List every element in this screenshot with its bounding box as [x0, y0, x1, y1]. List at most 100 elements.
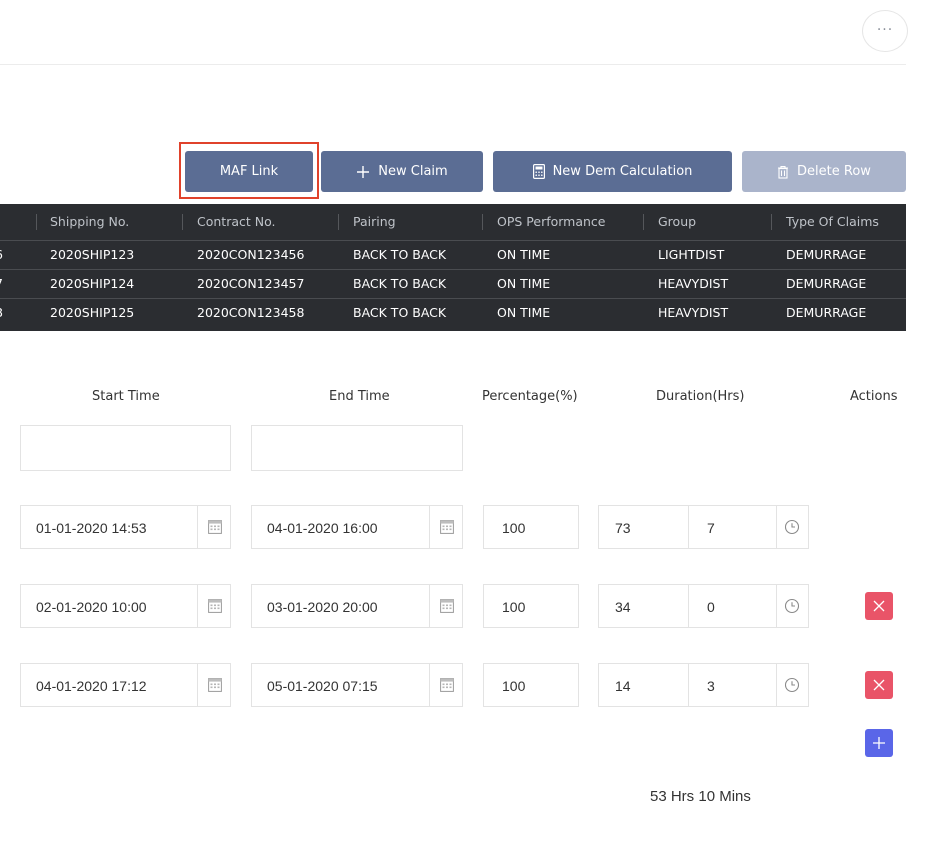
plus-icon — [873, 737, 885, 749]
cut-cell: 7 — [0, 270, 3, 298]
end-time-filter-input[interactable] — [251, 425, 463, 471]
column-separator — [338, 214, 339, 230]
start-time-filter-input[interactable] — [20, 425, 231, 471]
calendar-icon[interactable] — [440, 677, 454, 692]
clock-icon[interactable] — [784, 677, 800, 693]
clock-icon[interactable] — [784, 519, 800, 535]
column-header-ops-performance[interactable]: OPS Performance — [497, 208, 606, 236]
column-separator — [482, 214, 483, 230]
total-duration: 53 Hrs 10 Mins — [650, 788, 751, 805]
column-separator — [771, 214, 772, 230]
end-time-value: 05-01-2020 07:15 — [267, 678, 378, 694]
percentage-value: 100 — [502, 599, 526, 615]
new-claim-label: New Claim — [378, 164, 448, 179]
column-separator — [182, 214, 183, 230]
delete-row-label: Delete Row — [797, 164, 871, 179]
cell-pairing: BACK TO BACK — [353, 247, 447, 262]
new-claim-button[interactable]: New Claim — [321, 151, 483, 192]
cut-cell: 6 — [0, 241, 3, 269]
header-divider — [0, 64, 906, 65]
close-icon — [873, 679, 885, 691]
duration-field[interactable]: 73 7 — [598, 505, 809, 549]
duration-minutes-value: 7 — [707, 520, 715, 536]
calendar-icon[interactable] — [208, 598, 222, 613]
column-header-shipping-no[interactable]: Shipping No. — [50, 208, 129, 236]
add-row-button[interactable] — [865, 729, 893, 757]
start-time-value: 04-01-2020 17:12 — [36, 678, 147, 694]
end-time-value: 04-01-2020 16:00 — [267, 520, 378, 536]
table-row[interactable]: 6 2020SHIP123 2020CON123456 BACK TO BACK… — [0, 240, 906, 269]
table-row[interactable]: 8 2020SHIP125 2020CON123458 BACK TO BACK… — [0, 298, 906, 327]
duration-field[interactable]: 34 0 — [598, 584, 809, 628]
cell-type-of-claims: DEMURRAGE — [786, 305, 867, 320]
start-time-field[interactable]: 02-01-2020 10:00 — [20, 584, 231, 628]
percentage-value: 100 — [502, 520, 526, 536]
column-header-pairing[interactable]: Pairing — [353, 208, 396, 236]
cell-contract-no: 2020CON123458 — [197, 305, 305, 320]
duration-hours-value: 73 — [615, 520, 631, 536]
end-time-field[interactable]: 03-01-2020 20:00 — [251, 584, 463, 628]
clock-icon[interactable] — [784, 598, 800, 614]
cell-type-of-claims: DEMURRAGE — [786, 276, 867, 291]
close-icon — [873, 600, 885, 612]
cell-ops-performance: ON TIME — [497, 247, 551, 262]
cut-cell: 8 — [0, 299, 3, 327]
new-dem-calculation-label: New Dem Calculation — [552, 164, 693, 179]
cell-shipping-no: 2020SHIP123 — [50, 247, 135, 262]
start-time-field[interactable]: 01-01-2020 14:53 — [20, 505, 231, 549]
delete-row-x-button[interactable] — [865, 592, 893, 620]
column-separator — [36, 214, 37, 230]
percentage-input[interactable]: 100 — [483, 663, 579, 707]
calendar-icon[interactable] — [440, 519, 454, 534]
delete-row-button[interactable]: Delete Row — [742, 151, 906, 192]
plus-icon — [356, 165, 370, 179]
cell-group: LIGHTDIST — [658, 247, 725, 262]
calendar-icon[interactable] — [208, 519, 222, 534]
duration-hours-value: 14 — [615, 678, 631, 694]
cell-shipping-no: 2020SHIP125 — [50, 305, 135, 320]
end-time-field[interactable]: 04-01-2020 16:00 — [251, 505, 463, 549]
duration-field[interactable]: 14 3 — [598, 663, 809, 707]
column-header-type-of-claims[interactable]: Type Of Claims — [786, 208, 879, 236]
percentage-value: 100 — [502, 678, 526, 694]
trash-icon — [777, 165, 789, 179]
duration-hours-value: 34 — [615, 599, 631, 615]
percentage-input[interactable]: 100 — [483, 584, 579, 628]
calendar-icon[interactable] — [208, 677, 222, 692]
cell-pairing: BACK TO BACK — [353, 276, 447, 291]
start-time-field[interactable]: 04-01-2020 17:12 — [20, 663, 231, 707]
percentage-input[interactable]: 100 — [483, 505, 579, 549]
maf-link-button[interactable]: MAF Link — [185, 151, 313, 192]
end-time-header: End Time — [329, 389, 390, 404]
delete-row-x-button[interactable] — [865, 671, 893, 699]
column-header-group[interactable]: Group — [658, 208, 696, 236]
duration-header: Duration(Hrs) — [656, 389, 745, 404]
cell-type-of-claims: DEMURRAGE — [786, 247, 867, 262]
column-header-contract-no[interactable]: Contract No. — [197, 208, 276, 236]
calendar-icon[interactable] — [440, 598, 454, 613]
end-time-field[interactable]: 05-01-2020 07:15 — [251, 663, 463, 707]
end-time-value: 03-01-2020 20:00 — [267, 599, 378, 615]
actions-header: Actions — [850, 389, 898, 404]
start-time-value: 02-01-2020 10:00 — [36, 599, 147, 615]
cell-contract-no: 2020CON123456 — [197, 247, 305, 262]
start-time-value: 01-01-2020 14:53 — [36, 520, 147, 536]
cell-group: HEAVYDIST — [658, 276, 729, 291]
column-separator — [643, 214, 644, 230]
new-dem-calculation-button[interactable]: New Dem Calculation — [493, 151, 732, 192]
grid-header: Shipping No. Contract No. Pairing OPS Pe… — [0, 208, 906, 236]
cell-group: HEAVYDIST — [658, 305, 729, 320]
maf-link-label: MAF Link — [219, 164, 279, 179]
claims-grid: Shipping No. Contract No. Pairing OPS Pe… — [0, 204, 906, 331]
duration-minutes-value: 0 — [707, 599, 715, 615]
cell-ops-performance: ON TIME — [497, 276, 551, 291]
cell-ops-performance: ON TIME — [497, 305, 551, 320]
start-time-header: Start Time — [92, 389, 160, 404]
more-options-button[interactable]: ··· — [862, 10, 908, 52]
cell-pairing: BACK TO BACK — [353, 305, 447, 320]
percentage-header: Percentage(%) — [482, 389, 578, 404]
table-row[interactable]: 7 2020SHIP124 2020CON123457 BACK TO BACK… — [0, 269, 906, 298]
duration-minutes-value: 3 — [707, 678, 715, 694]
cell-shipping-no: 2020SHIP124 — [50, 276, 135, 291]
calculator-icon — [532, 164, 545, 179]
